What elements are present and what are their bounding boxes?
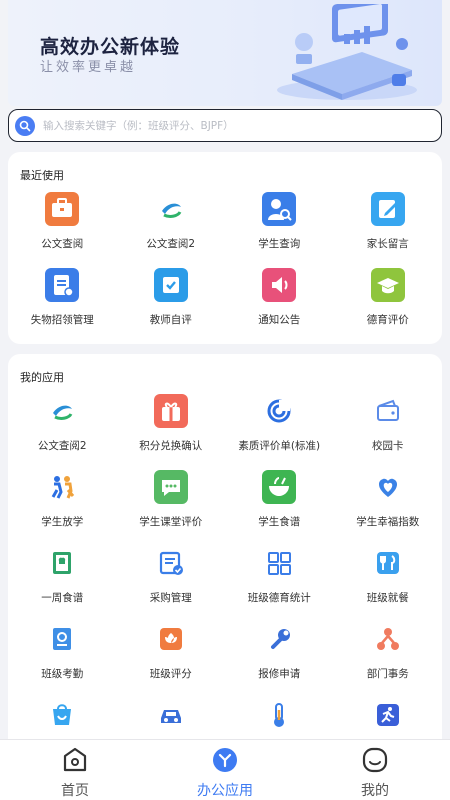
app-grid-item[interactable]: 积分兑换确认 [117,390,226,466]
app-grid-item[interactable]: 班级考勤 [8,618,117,694]
app-grid-item[interactable]: 班级德育统计 [225,542,334,618]
wrench-icon [262,622,296,656]
recent-app-item[interactable]: 德育评价 [334,264,443,340]
search-input[interactable] [43,119,423,132]
app-label: 班级评分 [149,668,192,680]
app-label: 学生放学 [41,516,84,528]
profile-smile-icon [360,745,390,775]
recent-app-item[interactable]: 家长留言 [334,188,443,264]
chat-bubble-icon [153,470,188,504]
app-label: 德育评价 [366,314,409,326]
chef-book-icon [45,546,79,580]
app-grid-item[interactable]: 学生幸福指数 [334,466,443,542]
banner-subtitle: 让效率更卓越 [40,60,137,75]
app-label: 通知公告 [258,314,301,326]
flower-score-icon [154,622,188,656]
app-grid-item[interactable]: 学生课堂评价 [117,466,226,542]
app-label: 学生查询 [258,238,301,250]
office-apps-icon [210,745,240,775]
recent-app-item[interactable]: 公文查阅2 [117,188,226,264]
app-label: 教师自评 [149,314,192,326]
grid-stats-icon [262,546,296,580]
app-label: 班级就餐 [366,592,409,604]
student-search-icon [262,192,297,226]
app-grid-item[interactable]: 一周食谱 [8,542,117,618]
edit-note-icon [370,192,405,226]
tab-profile-smile[interactable]: 我的 [300,740,450,800]
wallet-icon [371,394,405,428]
search-icon[interactable] [15,115,35,136]
app-grid-item[interactable]: 素质评价单(标准) [225,390,334,466]
app-label: 公文查阅 [41,238,84,250]
app-grid-item[interactable]: 班级就餐 [334,542,443,618]
app-label: 学生课堂评价 [139,516,203,528]
thermometer-icon [262,698,296,732]
app-label: 公文查阅2 [37,440,87,452]
recent-grid: 公文查阅 公文查阅2 学生查询 家长留言失物招领管理 教师自评 通知公告 德育评价 [8,188,442,340]
graduation-cap-icon [370,268,405,302]
app-grid-item[interactable]: 报修申请 [225,618,334,694]
home-icon [60,745,90,775]
bottom-tab-bar: 首页 办公应用 我的 [0,739,450,800]
heart-icon [371,470,405,504]
section-title: 我的应用 [20,371,64,384]
app-label: 学生幸福指数 [356,516,420,528]
app-grid-item[interactable]: 部门事务 [334,618,443,694]
app-label: 家长留言 [366,238,409,250]
app-label: 公文查阅2 [146,238,196,250]
app-label: 失物招领管理 [30,314,94,326]
purchase-doc-icon [154,546,188,580]
shopping-bag-icon [45,698,79,732]
app-label: 素质评价单(标准) [238,440,321,452]
recent-app-item[interactable]: 失物招领管理 [8,264,117,340]
my-apps-section: 我的应用 公文查阅2 积分兑换确认 素质评价单(标准) 校园卡学生放学 学生课堂评价 学生… [8,354,442,754]
speaker-icon [262,268,297,302]
network-icon [371,622,405,656]
running-icon [371,698,405,732]
app-grid-item[interactable]: 学生放学 [8,466,117,542]
checkbox-icon [153,268,188,302]
fork-knife-icon [371,546,405,580]
app-label: 校园卡 [372,440,404,452]
app-label: 报修申请 [258,668,301,680]
recent-app-item[interactable]: 教师自评 [117,264,226,340]
app-label: 班级考勤 [41,668,84,680]
tab-label: 首页 [61,783,89,799]
app-grid-item[interactable]: 班级评分 [117,618,226,694]
gift-icon [153,394,188,428]
food-bowl-icon [262,470,297,504]
attendance-book-icon [45,622,79,656]
app-grid-item[interactable]: 公文查阅2 [8,390,117,466]
recent-app-item[interactable]: 学生查询 [225,188,334,264]
section-title: 最近使用 [20,169,64,182]
car-icon [154,698,188,732]
recent-section: 最近使用 公文查阅 公文查阅2 学生查询 家长留言失物招领管理 教师自评 通知公告 德育评价 [8,152,442,344]
swirl-icon [262,394,296,428]
briefcase-icon [45,192,80,226]
document-edit-icon [45,268,80,302]
children-icon [45,470,79,504]
search-bar[interactable] [8,109,442,142]
app-grid-item[interactable]: 校园卡 [334,390,443,466]
tab-office-apps[interactable]: 办公应用 [150,740,300,800]
recent-app-item[interactable]: 公文查阅 [8,188,117,264]
tab-home[interactable]: 首页 [0,740,150,800]
tab-label: 办公应用 [197,783,253,799]
apps-grid: 公文查阅2 积分兑换确认 素质评价单(标准) 校园卡学生放学 学生课堂评价 学生食谱 学生幸… [8,390,442,754]
app-label: 部门事务 [366,668,409,680]
app-grid-item[interactable]: 学生食谱 [225,466,334,542]
globe-logo-icon [45,394,79,428]
globe-logo-icon [154,192,188,226]
app-label: 采购管理 [149,592,192,604]
hero-banner: 高效办公新体验 让效率更卓越 [8,0,442,106]
app-label: 班级德育统计 [247,592,311,604]
app-label: 积分兑换确认 [139,440,203,452]
recent-app-item[interactable]: 通知公告 [225,264,334,340]
app-label: 学生食谱 [258,516,301,528]
app-label: 一周食谱 [41,592,84,604]
tab-label: 我的 [361,783,389,799]
banner-title: 高效办公新体验 [40,36,181,58]
office-illustration-icon [277,4,417,100]
app-grid-item[interactable]: 采购管理 [117,542,226,618]
